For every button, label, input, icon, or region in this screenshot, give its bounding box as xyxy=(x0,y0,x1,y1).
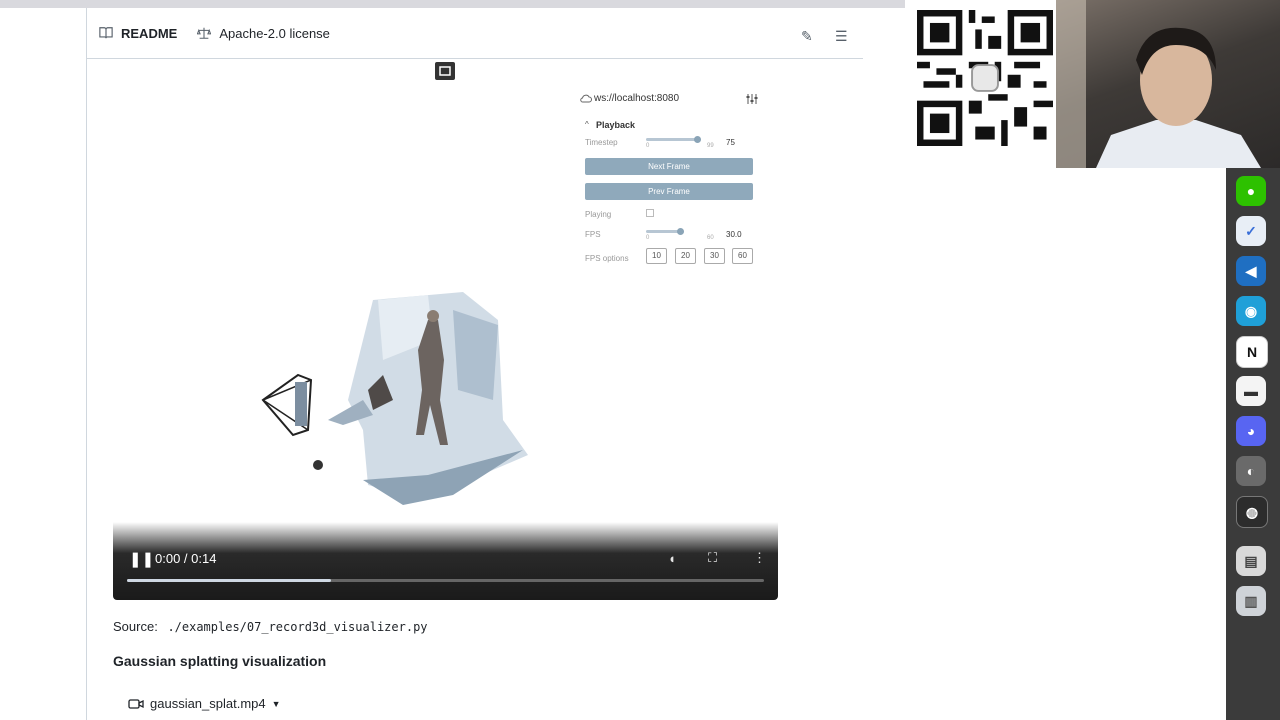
edge-icon[interactable]: ◉ xyxy=(1236,296,1266,326)
fps-option-10[interactable]: 10 xyxy=(646,248,667,264)
viser-control-panel: ws://localhost:8080 ^ Playback Timestep … xyxy=(580,82,760,292)
app-icon[interactable]: ◐ xyxy=(1236,456,1266,486)
outline-icon[interactable]: ☰ xyxy=(835,28,848,45)
playing-label: Playing xyxy=(585,210,612,219)
video-camera-icon xyxy=(128,698,144,709)
tab-readme-label: README xyxy=(121,25,178,41)
settings-sliders-icon[interactable] xyxy=(746,93,758,105)
timestep-knob[interactable] xyxy=(694,136,701,143)
trash-icon[interactable]: ▥ xyxy=(1236,586,1266,616)
video-controls: ❚❚ 0:00 / 0:14 ◖ ⛶ ⋮ xyxy=(113,522,778,600)
fps-option-20[interactable]: 20 xyxy=(675,248,696,264)
file-icon[interactable]: ▤ xyxy=(1236,546,1266,576)
fps-slider[interactable] xyxy=(646,228,684,235)
point-cloud-scene xyxy=(261,292,528,505)
timestep-value[interactable]: 75 xyxy=(726,138,735,147)
fps-option-60[interactable]: 60 xyxy=(732,248,753,264)
caret-down-icon: ▼ xyxy=(271,698,281,709)
book-icon xyxy=(99,27,113,39)
source-label: Source: xyxy=(113,619,158,634)
timestep-label: Timestep xyxy=(585,138,618,147)
pause-icon[interactable]: ❚❚ xyxy=(129,550,154,568)
discord-icon[interactable]: ◕ xyxy=(1236,416,1266,446)
qr-code xyxy=(917,10,1053,146)
more-options-icon[interactable]: ⋮ xyxy=(753,550,766,566)
webcam-overlay xyxy=(1056,0,1280,168)
server-bar: ws://localhost:8080 xyxy=(580,90,760,108)
obs-icon[interactable]: ◍ xyxy=(1236,496,1268,528)
source-line: Source: ./examples/07_record3d_visualize… xyxy=(113,619,428,634)
timestep-slider[interactable] xyxy=(646,136,701,143)
tool-icon[interactable]: ▬ xyxy=(1236,376,1266,406)
demo-video[interactable]: ws://localhost:8080 ^ Playback Timestep … xyxy=(113,60,778,600)
volume-icon[interactable]: ◖ xyxy=(668,551,676,566)
cloud-icon xyxy=(580,94,592,103)
presenter-video xyxy=(1056,0,1261,168)
notion-icon[interactable]: N xyxy=(1236,336,1268,368)
video-file-summary[interactable]: gaussian_splat.mp4 ▼ xyxy=(128,696,281,711)
video-time: 0:00 / 0:14 xyxy=(155,551,217,566)
prev-frame-button[interactable]: Prev Frame xyxy=(585,183,753,200)
fps-option-30[interactable]: 30 xyxy=(704,248,725,264)
page-left-margin xyxy=(0,8,86,720)
fullscreen-icon[interactable]: ⛶ xyxy=(708,550,717,566)
next-frame-button[interactable]: Next Frame xyxy=(585,158,753,175)
tab-license[interactable]: Apache-2.0 license xyxy=(197,26,330,41)
file-name: gaussian_splat.mp4 xyxy=(150,696,266,711)
server-address: ws://localhost:8080 xyxy=(594,93,680,104)
macos-dock: ● ✓ ◀ ◉ N ▬ ◕ ◐ ◍ ▤ ▥ xyxy=(1226,168,1280,720)
timestep-max: 99 xyxy=(707,143,714,149)
readme-header: README Apache-2.0 license ✎ ☰ xyxy=(87,8,864,59)
bookmarks-bar xyxy=(0,0,905,8)
todo-icon[interactable]: ✓ xyxy=(1236,216,1266,246)
fps-min: 0 xyxy=(646,235,650,241)
vscode-icon[interactable]: ◀ xyxy=(1236,256,1266,286)
wechat-icon[interactable]: ● xyxy=(1236,176,1266,206)
timestep-min: 0 xyxy=(646,143,650,149)
section-heading: Gaussian splatting visualization xyxy=(113,653,327,669)
tab-license-label: Apache-2.0 license xyxy=(219,25,330,41)
pencil-icon[interactable]: ✎ xyxy=(801,28,813,45)
fps-knob[interactable] xyxy=(677,228,684,235)
playback-title: Playback xyxy=(596,120,636,130)
fps-value[interactable]: 30.0 xyxy=(726,230,742,239)
video-progress-fill xyxy=(127,579,331,582)
video-toolbar-icon xyxy=(435,62,455,80)
fps-options-label: FPS options xyxy=(585,254,629,263)
tab-readme[interactable]: README xyxy=(99,26,177,41)
collapse-chevron-icon[interactable]: ^ xyxy=(585,120,589,129)
source-path: ./examples/07_record3d_visualizer.py xyxy=(167,620,428,634)
fps-max: 60 xyxy=(707,235,714,241)
playing-checkbox[interactable] xyxy=(646,209,654,217)
scale-icon xyxy=(197,27,212,39)
video-progress-track[interactable] xyxy=(127,579,764,582)
fps-label: FPS xyxy=(585,230,601,239)
